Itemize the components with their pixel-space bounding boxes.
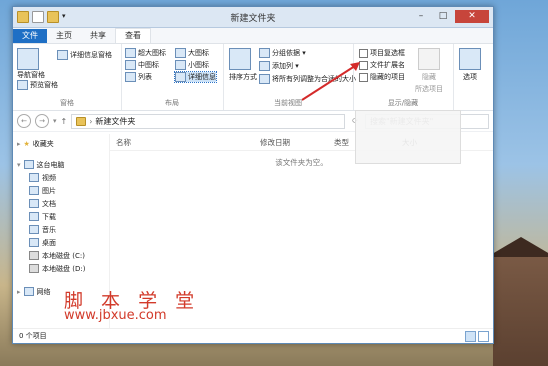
computer-icon (23, 160, 34, 169)
address-field[interactable]: › 新建文件夹 (71, 113, 345, 129)
show-hide-group: 项目复选框 文件扩展名 隐藏的项目 隐藏 所选项目 显示/隐藏 (353, 44, 454, 110)
ribbon-tabs: 文件 主页 共享 查看 (13, 28, 493, 44)
network-icon (23, 287, 34, 296)
nav-drive-c[interactable]: 本地磁盘 (C:) (13, 249, 109, 262)
nav-videos[interactable]: 视频 (13, 171, 109, 184)
add-columns-button[interactable]: 添加列 ▾ (259, 61, 299, 71)
hidden-items-toggle[interactable]: 隐藏的项目 (359, 72, 405, 82)
details-icon (175, 72, 186, 82)
preview-pane-button[interactable]: 预览窗格 (17, 80, 58, 90)
nav-pane-label[interactable]: 导航窗格 (17, 70, 45, 80)
maximize-button[interactable]: □ (433, 10, 453, 23)
group-by-icon (259, 48, 270, 58)
status-bar: 0 个项目 (13, 328, 493, 343)
ribbon: 导航窗格 预览窗格 详细信息窗格 窗格 超大图标 大图标 中图标 小图标 列表 … (13, 44, 493, 111)
annotation-arrow (301, 62, 360, 101)
breadcrumb-separator-icon: › (89, 116, 93, 126)
titlebar: ▾ 新建文件夹 – □ ✕ (13, 7, 493, 28)
nav-music[interactable]: 音乐 (13, 223, 109, 236)
folder-icon (76, 116, 87, 126)
nav-downloads[interactable]: 下载 (13, 210, 109, 223)
nav-drive-d[interactable]: 本地磁盘 (D:) (13, 262, 109, 275)
small-icons-icon (175, 60, 186, 70)
item-checkboxes-toggle[interactable]: 项目复选框 (359, 48, 405, 58)
nav-this-pc[interactable]: ▾ 这台电脑 (13, 158, 109, 171)
close-button[interactable]: ✕ (455, 10, 489, 23)
column-name[interactable]: 名称 (116, 137, 131, 148)
nav-pane-icon (17, 48, 39, 70)
list-icon (125, 72, 136, 82)
medium-icons-option[interactable]: 中图标 (125, 60, 159, 70)
details-view-icon[interactable] (465, 331, 476, 342)
forward-button[interactable]: → (35, 114, 49, 128)
drive-icon (29, 251, 39, 260)
sort-icon (229, 48, 251, 70)
item-count: 0 个项目 (19, 332, 47, 340)
nav-favorites[interactable]: ▸ ★ 收藏夹 (13, 137, 109, 150)
column-date[interactable]: 修改日期 (260, 137, 290, 148)
tab-share[interactable]: 共享 (81, 29, 115, 43)
column-type[interactable]: 类型 (334, 137, 349, 148)
layout-group: 超大图标 大图标 中图标 小图标 列表 详细信息 布局 (121, 44, 224, 110)
tooltip (355, 110, 461, 164)
nav-pictures[interactable]: 图片 (13, 184, 109, 197)
tab-file[interactable]: 文件 (13, 29, 47, 43)
large-icons-option[interactable]: 大图标 (175, 48, 209, 58)
minimize-button[interactable]: – (411, 10, 431, 23)
desktop-folder-icon (29, 238, 39, 247)
checkbox-icon (359, 48, 368, 58)
music-folder-icon (29, 225, 39, 234)
nav-documents[interactable]: 文档 (13, 197, 109, 210)
preview-pane-icon (17, 80, 28, 90)
list-option[interactable]: 列表 (125, 72, 152, 82)
nav-desktop[interactable]: 桌面 (13, 236, 109, 249)
back-button[interactable]: ← (17, 114, 31, 128)
extra-large-icons-icon (125, 48, 136, 58)
details-option[interactable]: 详细信息 (174, 71, 217, 83)
breadcrumb: 新建文件夹 (95, 116, 136, 126)
recent-locations-icon[interactable]: ▾ (53, 117, 57, 125)
hide-selected-icon (418, 48, 440, 70)
large-icons-icon (175, 48, 186, 58)
group-by-button[interactable]: 分组依据 ▾ (259, 48, 306, 58)
sort-by-button[interactable]: 排序方式 (229, 48, 257, 82)
add-columns-icon (259, 61, 270, 71)
video-folder-icon (29, 173, 39, 182)
group-label-layout: 布局 (165, 99, 179, 107)
desktop-house (487, 237, 548, 366)
tab-view[interactable]: 查看 (115, 28, 151, 43)
hide-selected-button[interactable]: 隐藏 所选项目 (415, 48, 443, 94)
details-pane-button[interactable]: 详细信息窗格 (57, 50, 112, 60)
fit-columns-icon (259, 74, 270, 84)
tab-home[interactable]: 主页 (47, 29, 81, 43)
details-pane-icon (57, 50, 68, 60)
nav-pane-button[interactable] (17, 48, 39, 70)
pictures-folder-icon (29, 186, 39, 195)
group-label-panes: 窗格 (60, 99, 74, 107)
documents-folder-icon (29, 199, 39, 208)
group-label-show-hide: 显示/隐藏 (387, 99, 419, 107)
medium-icons-icon (125, 60, 136, 70)
downloads-folder-icon (29, 212, 39, 221)
options-icon (459, 48, 481, 70)
drive-icon (29, 264, 39, 273)
watermark-url: www.jbxue.com (64, 308, 167, 323)
options-button[interactable]: 选项 (459, 48, 481, 82)
large-icons-view-icon[interactable] (478, 331, 489, 342)
up-button[interactable]: ↑ (61, 117, 68, 126)
extra-large-icons-option[interactable]: 超大图标 (125, 48, 166, 58)
file-extensions-toggle[interactable]: 文件扩展名 (359, 60, 405, 70)
panes-group: 导航窗格 预览窗格 详细信息窗格 窗格 (13, 44, 122, 110)
small-icons-option[interactable]: 小图标 (175, 60, 209, 70)
